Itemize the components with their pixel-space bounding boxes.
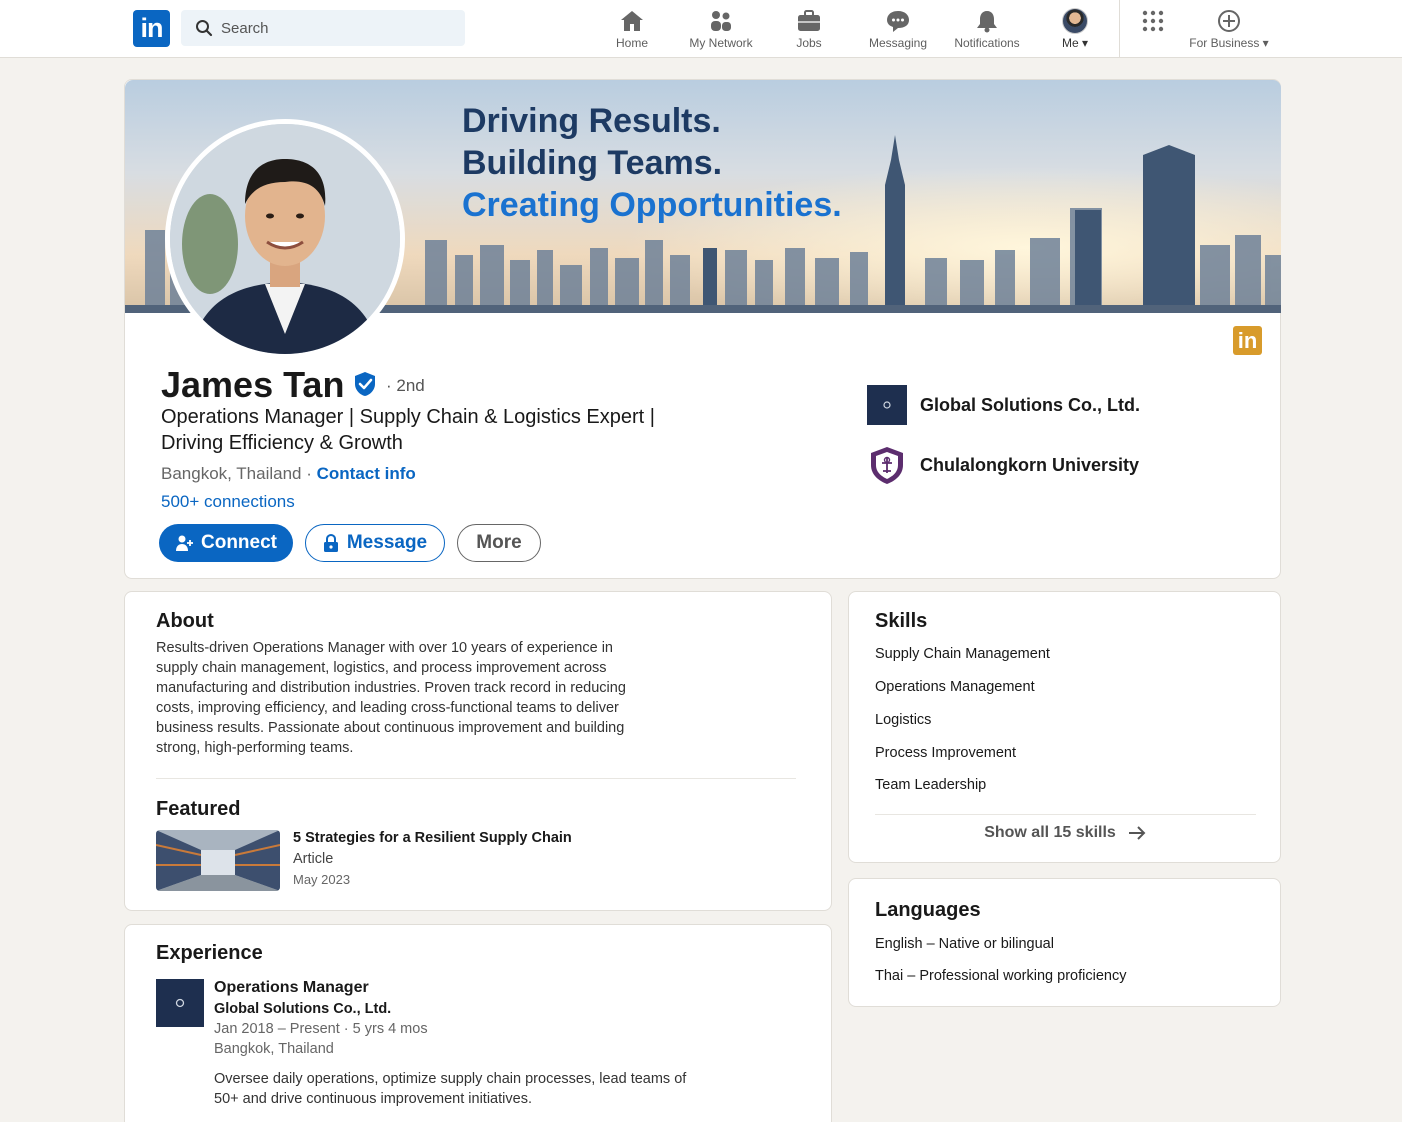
profile-name: James Tan: [161, 364, 345, 405]
company-name: Global Solutions Co., Ltd.: [920, 394, 1140, 415]
skills-title: Skills: [875, 610, 928, 632]
contact-info-link[interactable]: Contact info: [317, 464, 416, 483]
skills-card: Skills Supply Chain Management Operation…: [848, 591, 1281, 863]
experience-card: Experience Operations Manager Global Sol…: [124, 924, 832, 1122]
nav-home[interactable]: Home: [612, 8, 652, 52]
briefcase-icon: [798, 10, 820, 31]
chevron-down-icon: ▾: [1081, 36, 1089, 50]
search-icon: [196, 20, 213, 37]
about-card: About Results-driven Operations Manager …: [124, 591, 832, 911]
profile-photo-image: [170, 124, 400, 354]
profile-photo[interactable]: [165, 119, 405, 359]
skill-item[interactable]: Process Improvement: [875, 745, 1016, 761]
bell-icon: [977, 11, 997, 33]
nav-divider: [1119, 0, 1120, 58]
plus-circle-icon: [1218, 10, 1240, 32]
experience-location: Bangkok, Thailand: [214, 1041, 334, 1057]
nav-for-business[interactable]: For Business ▾: [1182, 8, 1276, 52]
home-icon: [621, 11, 643, 31]
network-icon: [711, 11, 731, 31]
education-school[interactable]: Chulalongkorn University: [867, 445, 1139, 485]
language-item: Thai – Professional working proficiency: [875, 968, 1127, 984]
languages-title: Languages: [875, 899, 981, 921]
nav-messaging[interactable]: Messaging: [864, 8, 932, 52]
connect-button[interactable]: Connect: [159, 524, 293, 562]
experience-description: Oversee daily operations, optimize suppl…: [214, 1071, 687, 1107]
verified-badge-icon: [355, 372, 375, 396]
profile-header-card: Driving Results. Building Teams. Creatin…: [124, 79, 1281, 579]
search-input[interactable]: [221, 10, 451, 46]
about-text: Results-driven Operations Manager with o…: [156, 640, 626, 756]
warehouse-image: [156, 830, 280, 891]
nav-jobs[interactable]: Jobs: [792, 8, 826, 52]
banner-line-3: Creating Opportunities.: [462, 186, 842, 224]
nav-home-label: Home: [615, 36, 648, 50]
connect-button-label: Connect: [201, 532, 277, 553]
nav-messaging-label: Messaging: [868, 36, 928, 50]
company-logo-mark: [883, 401, 891, 409]
skill-item[interactable]: Supply Chain Management: [875, 646, 1050, 662]
experience-company-logo[interactable]: [156, 979, 204, 1027]
show-all-skills-button[interactable]: Show all 15 skills: [849, 824, 1281, 842]
arrow-right-icon: [1128, 826, 1146, 840]
featured-item-date: May 2023: [293, 872, 351, 887]
apps-grid-button[interactable]: [1140, 8, 1166, 52]
nav-my-network-label: My Network: [689, 36, 753, 50]
connection-degree: · 2nd: [386, 376, 425, 395]
avatar[interactable]: [1062, 8, 1088, 34]
nav-notifications[interactable]: Notifications: [948, 8, 1026, 52]
profile-location-line: Bangkok, Thailand · Contact info: [161, 464, 416, 484]
divider: [875, 814, 1256, 815]
languages-card: Languages English – Native or bilingual …: [848, 878, 1281, 1007]
featured-thumbnail[interactable]: [156, 830, 280, 891]
nav-jobs-label: Jobs: [796, 36, 822, 50]
show-all-skills-label: Show all 15 skills: [984, 824, 1116, 841]
nav-me[interactable]: Me ▾: [1058, 8, 1092, 52]
banner-line-2: Building Teams.: [462, 144, 723, 182]
current-company[interactable]: Global Solutions Co., Ltd.: [867, 385, 1140, 425]
experience-title: Experience: [156, 942, 263, 964]
linkedin-badge-icon: in: [1233, 326, 1262, 355]
experience-company[interactable]: Global Solutions Co., Ltd.: [214, 1001, 391, 1017]
messaging-icon: [887, 11, 909, 32]
add-person-icon: [176, 535, 193, 551]
company-logo: [867, 385, 907, 425]
top-nav: in Home My Network Jobs Messaging Notifi…: [0, 0, 1402, 58]
nav-notifications-label: Notifications: [954, 36, 1020, 50]
profile-headline: Operations Manager | Supply Chain & Logi…: [161, 406, 655, 454]
featured-item-title[interactable]: 5 Strategies for a Resilient Supply Chai…: [293, 830, 572, 846]
skill-item[interactable]: Operations Management: [875, 679, 1035, 695]
skill-item[interactable]: Team Leadership: [875, 777, 986, 793]
nav-my-network[interactable]: My Network: [684, 8, 758, 52]
banner-line-1: Driving Results.: [462, 102, 721, 140]
featured-title: Featured: [156, 798, 241, 820]
connections-link[interactable]: 500+ connections: [161, 492, 295, 512]
nav-me-label: Me: [1061, 36, 1079, 50]
chevron-down-icon: ▾: [1262, 36, 1269, 50]
more-button-label: More: [476, 532, 522, 553]
divider: [156, 778, 796, 779]
grid-icon: [1142, 10, 1164, 32]
more-button[interactable]: More: [457, 524, 541, 562]
university-crest-icon: [871, 447, 903, 484]
banner-tagline: Driving Results. Building Teams. Creatin…: [462, 100, 842, 226]
language-item: English – Native or bilingual: [875, 936, 1054, 952]
skill-item[interactable]: Logistics: [875, 712, 931, 728]
nav-for-business-label: For Business: [1189, 36, 1260, 50]
about-title: About: [156, 610, 214, 632]
experience-role: Operations Manager: [214, 979, 369, 996]
company-logo-mark: [175, 998, 185, 1008]
message-button[interactable]: Message: [305, 524, 445, 562]
lock-icon: [323, 534, 338, 552]
message-button-label: Message: [346, 532, 428, 553]
featured-item-type: Article: [293, 851, 334, 867]
search-box[interactable]: [181, 10, 465, 46]
school-name: Chulalongkorn University: [920, 454, 1140, 475]
linkedin-logo[interactable]: in: [133, 10, 170, 47]
experience-dates: Jan 2018 – Present · 5 yrs 4 mos: [214, 1021, 428, 1037]
profile-location: Bangkok, Thailand ·: [161, 464, 312, 483]
